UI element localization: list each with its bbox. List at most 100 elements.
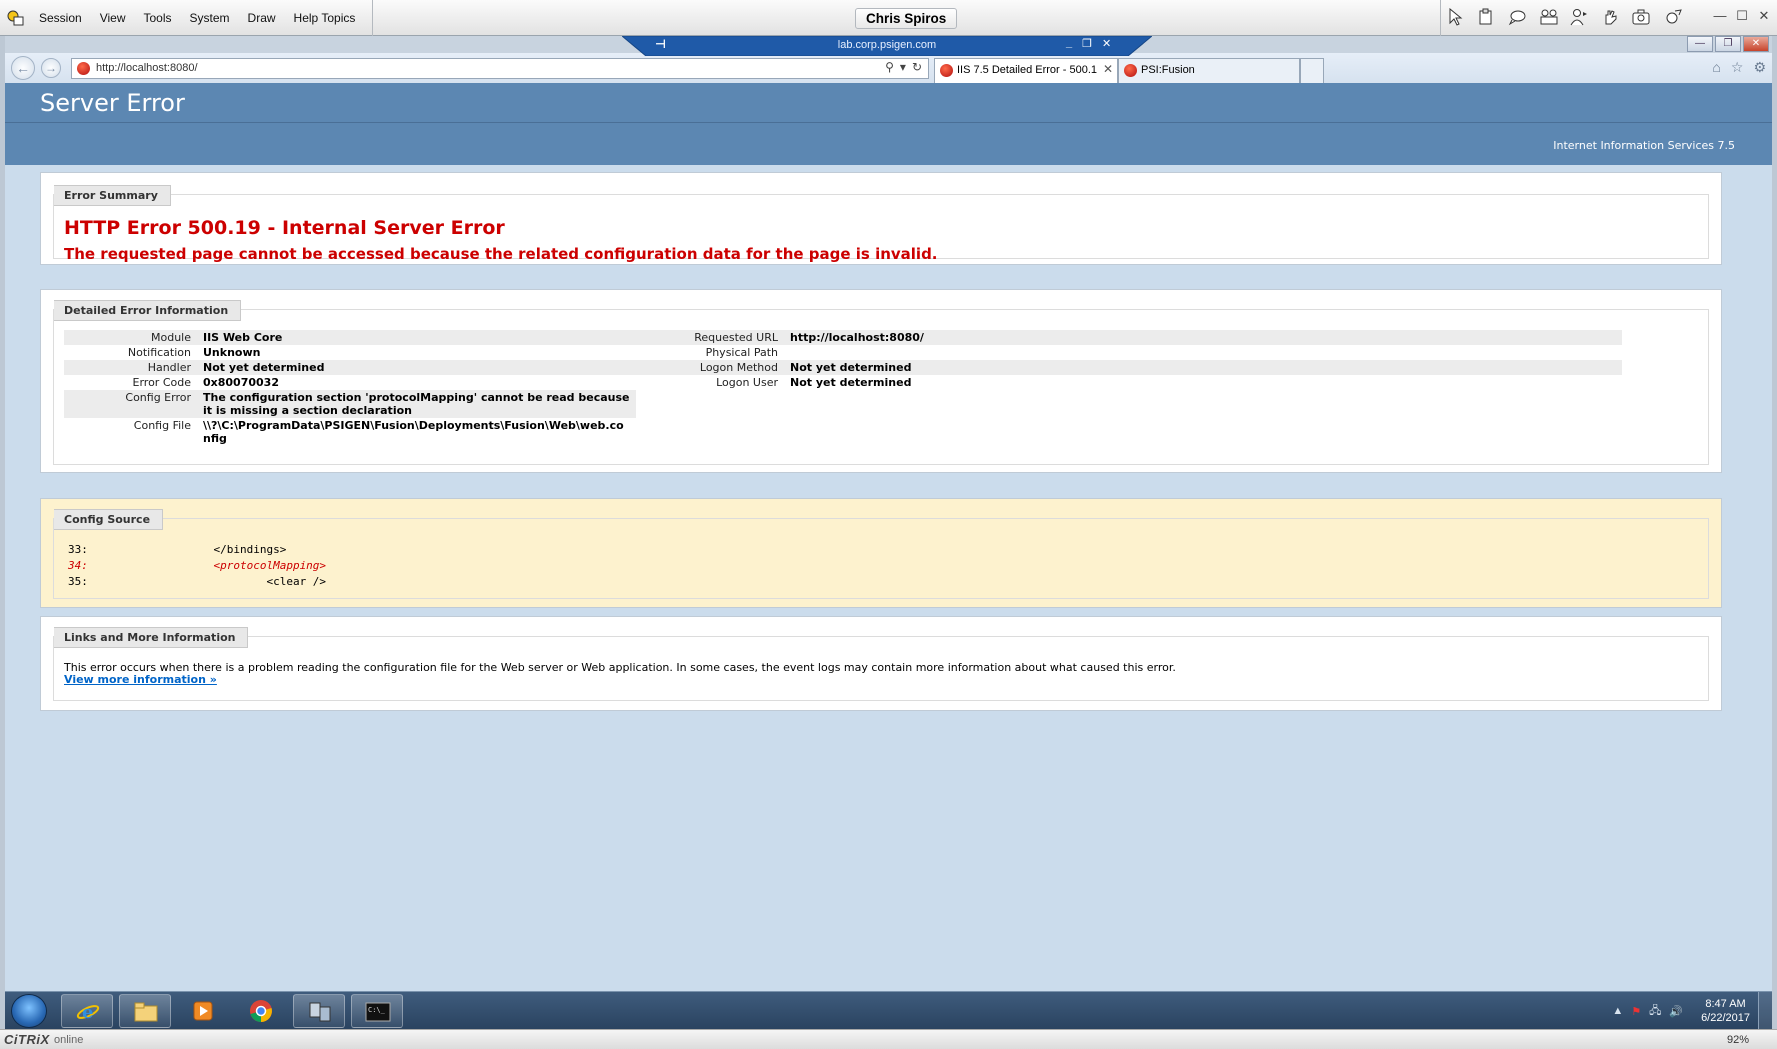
zoom-level[interactable]: 92%: [1727, 1034, 1749, 1046]
code-line-number: 35:: [68, 575, 88, 588]
config-source-fieldset: Config Source 33: </bindings> 34: <proto…: [53, 509, 1709, 599]
code-line-highlighted: 34: <protocolMapping>: [54, 559, 326, 575]
connection-status: online: [54, 1034, 84, 1046]
detailed-error-panel: Detailed Error Information Module IIS We…: [40, 289, 1722, 473]
camera-icon[interactable]: [1631, 8, 1651, 26]
error-summary-legend: Error Summary: [54, 185, 171, 206]
network-icon[interactable]: 🖧: [1649, 1002, 1661, 1021]
detail-label: Handler: [64, 360, 197, 375]
show-desktop-button[interactable]: [1758, 992, 1772, 1030]
detailed-error-fieldset: Detailed Error Information Module IIS We…: [53, 300, 1709, 465]
tab-iis-error[interactable]: IIS 7.5 Detailed Error - 500.1... ✕: [934, 58, 1118, 83]
config-source-code: 33: </bindings> 34: <protocolMapping> 35…: [54, 543, 326, 591]
server-name: Internet Information Services 7.5: [1553, 139, 1735, 152]
conn-restore-icon[interactable]: ❐: [1082, 37, 1092, 50]
users-icon[interactable]: [1539, 8, 1559, 26]
chat-icon[interactable]: [1507, 8, 1527, 26]
session-tools-group: [1440, 0, 1690, 36]
user-presenter-icon[interactable]: [1569, 8, 1589, 26]
session-user-name: Chris Spiros: [855, 8, 958, 29]
gear-icon[interactable]: ⚙: [1753, 59, 1766, 76]
menu-system[interactable]: System: [181, 0, 239, 36]
tab-favicon-icon: [940, 64, 953, 77]
tab-title: PSI:Fusion: [1141, 64, 1195, 76]
menu-help-topics[interactable]: Help Topics: [285, 0, 365, 36]
detail-row-logon-user: Logon User Not yet determined: [596, 375, 1622, 390]
address-bar[interactable]: http://localhost:8080/ ⚲ ▾ ↻: [71, 58, 929, 79]
taskbar-media-button[interactable]: [177, 994, 229, 1028]
tray-expand-icon[interactable]: ▲: [1612, 1005, 1623, 1017]
address-url[interactable]: http://localhost:8080/: [96, 62, 198, 74]
detail-label: Logon Method: [596, 360, 784, 375]
conn-close-icon[interactable]: ✕: [1102, 37, 1111, 50]
links-fieldset: Links and More Information This error oc…: [53, 627, 1709, 701]
new-tab-button[interactable]: [1300, 58, 1324, 83]
volume-icon[interactable]: 🔊: [1669, 1005, 1683, 1018]
taskbar-explorer-button[interactable]: [119, 994, 171, 1028]
search-icon[interactable]: ⚲: [885, 60, 894, 74]
close-icon[interactable]: ✕: [1757, 8, 1771, 24]
detail-value: 0x80070032: [203, 376, 279, 389]
connection-host: lab.corp.psigen.com: [837, 39, 937, 51]
taskbar-cmd-button[interactable]: C:\_: [351, 994, 403, 1028]
action-center-flag-icon[interactable]: ⚑: [1631, 1005, 1641, 1018]
detail-row-error-code: Error Code 0x80070032: [64, 375, 636, 390]
settings-icon[interactable]: [1663, 8, 1683, 26]
conn-minimize-icon[interactable]: _: [1066, 37, 1072, 50]
clock[interactable]: 8:47 AM 6/22/2017: [1701, 997, 1750, 1025]
maximize-icon[interactable]: ☐: [1735, 8, 1749, 24]
clock-date: 6/22/2017: [1701, 1012, 1750, 1024]
detail-value: [784, 345, 1622, 360]
session-app-icon[interactable]: [6, 8, 26, 28]
code-line-text: <protocolMapping>: [134, 559, 327, 572]
favorites-star-icon[interactable]: ☆: [1731, 59, 1744, 76]
clipboard-icon[interactable]: [1477, 8, 1495, 26]
details-left-table: Module IIS Web Core Notification Unknown…: [64, 330, 636, 446]
taskbar-chrome-button[interactable]: [235, 994, 287, 1028]
pin-icon[interactable]: ⊣: [655, 37, 666, 51]
browser-minimize-icon[interactable]: —: [1687, 36, 1713, 52]
back-button[interactable]: ←: [11, 56, 35, 80]
tab-psi-fusion[interactable]: PSI:Fusion: [1118, 58, 1300, 83]
links-description: This error occurs when there is a proble…: [64, 661, 1176, 674]
menu-tools[interactable]: Tools: [135, 0, 181, 36]
start-button[interactable]: [11, 994, 47, 1028]
code-line-text: <clear />: [134, 575, 327, 588]
citrix-logo: CiTRiX: [4, 1032, 50, 1047]
menu-session[interactable]: Session: [30, 0, 91, 36]
browser-restore-icon[interactable]: ❐: [1715, 36, 1741, 52]
view-more-link[interactable]: View more information »: [64, 673, 217, 686]
network-computers-icon: [309, 1002, 331, 1022]
tab-close-icon[interactable]: ✕: [1103, 62, 1113, 76]
tab-title: IIS 7.5 Detailed Error - 500.1...: [957, 64, 1097, 76]
pointer-icon[interactable]: [1447, 8, 1463, 26]
hand-icon[interactable]: [1601, 8, 1621, 26]
taskbar-ie-button[interactable]: e: [61, 994, 113, 1028]
svg-text:C:\_: C:\_: [368, 1006, 386, 1014]
taskbar-network-button[interactable]: [293, 994, 345, 1028]
detail-row-module: Module IIS Web Core: [64, 330, 636, 345]
browser-close-icon[interactable]: ✕: [1743, 36, 1769, 52]
svg-text:e: e: [82, 1002, 93, 1023]
citrix-status-bar: CiTRiX online 92%: [0, 1029, 1777, 1049]
server-banner: Internet Information Services 7.5: [5, 123, 1772, 165]
dropdown-chevron-icon[interactable]: ▾: [900, 60, 906, 74]
code-line-number: 33:: [68, 543, 88, 556]
home-icon[interactable]: ⌂: [1712, 59, 1720, 76]
refresh-icon[interactable]: ↻: [912, 60, 922, 74]
error-summary-fieldset: Error Summary HTTP Error 500.19 - Intern…: [53, 185, 1709, 263]
detail-label: Module: [64, 330, 197, 345]
menu-view[interactable]: View: [91, 0, 135, 36]
detail-value: http://localhost:8080/: [784, 330, 1622, 345]
detail-value: Unknown: [203, 346, 261, 359]
detail-value: \\?\C:\ProgramData\PSIGEN\Fusion\Deploym…: [203, 419, 624, 445]
window-frame-right: [1772, 36, 1777, 1029]
detail-value: Not yet determined: [197, 360, 636, 375]
menu-draw[interactable]: Draw: [239, 0, 285, 36]
forward-button[interactable]: →: [41, 58, 61, 78]
browser-right-icons: ⌂ ☆ ⚙: [1712, 59, 1766, 76]
minimize-icon[interactable]: —: [1713, 8, 1727, 24]
session-window-controls: — ☐ ✕: [1713, 8, 1771, 24]
clock-time: 8:47 AM: [1705, 998, 1746, 1010]
detail-label: Config Error: [64, 390, 197, 418]
